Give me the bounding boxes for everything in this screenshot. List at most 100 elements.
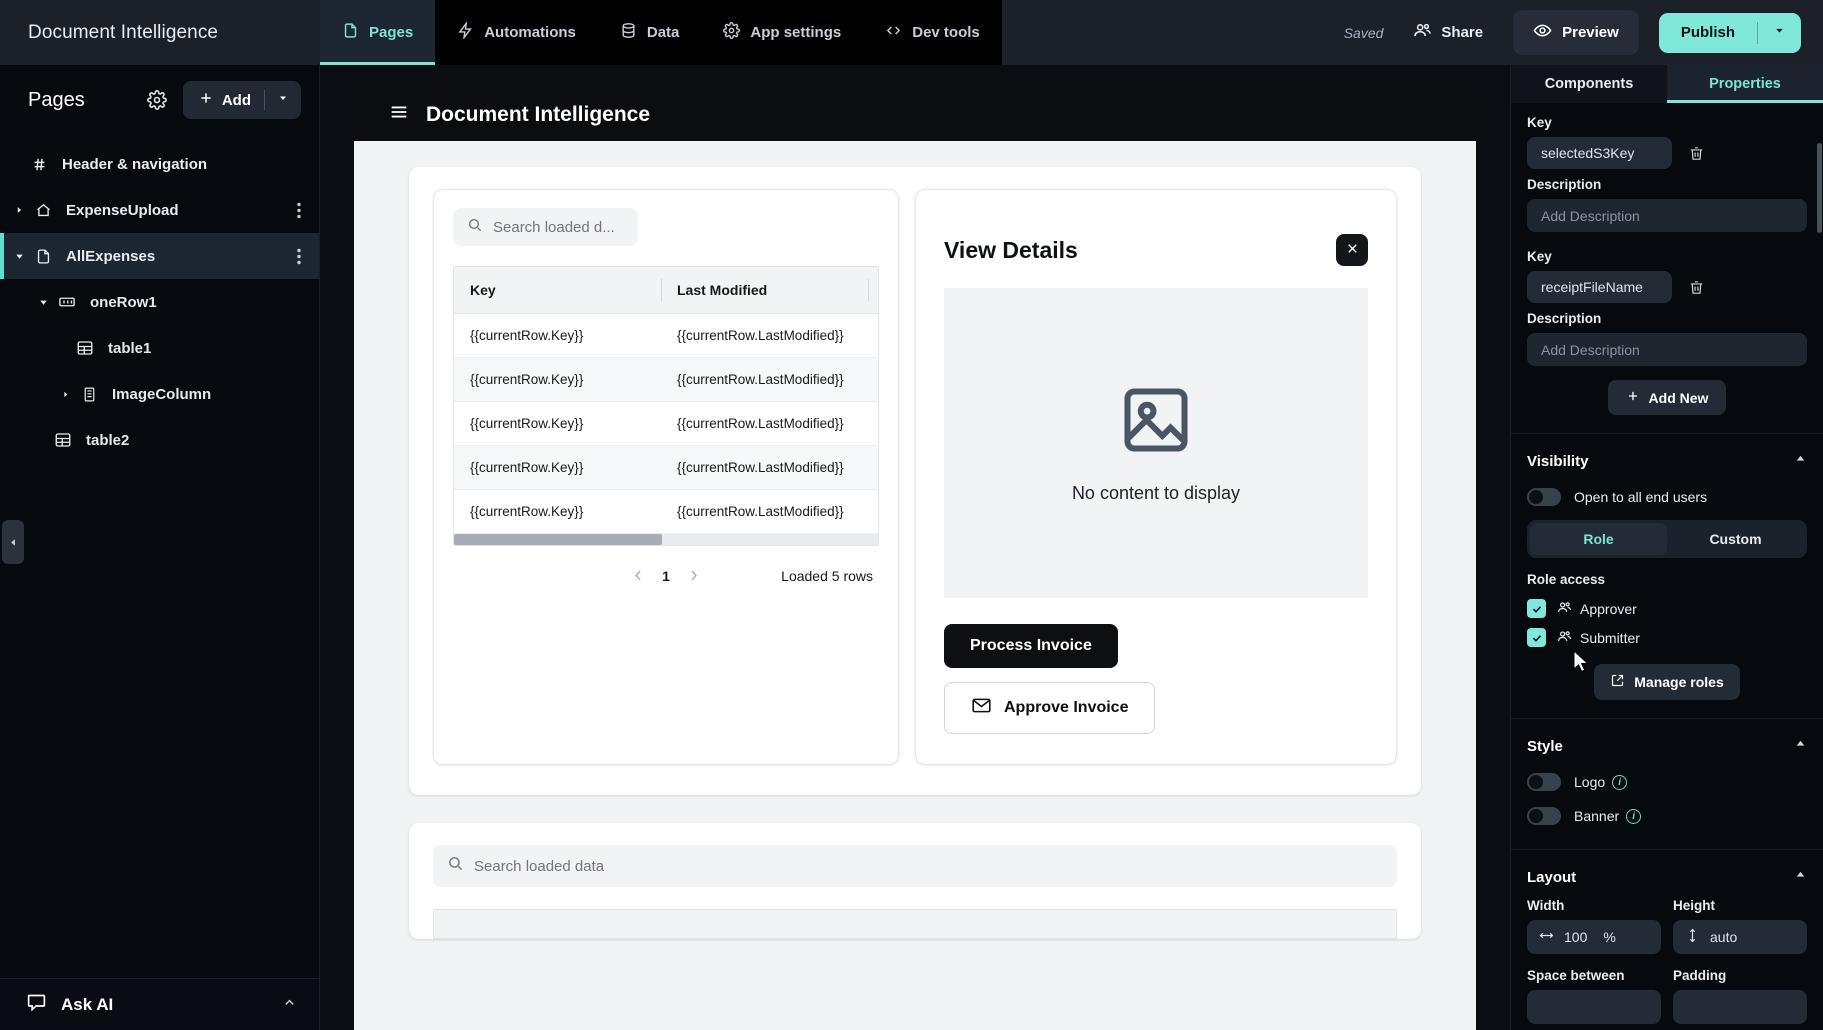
sidebar-settings-gear-icon[interactable]: [143, 86, 171, 114]
hash-icon: [28, 156, 50, 173]
sidebar-item-allexpenses[interactable]: AllExpenses: [0, 233, 319, 279]
page-number[interactable]: 1: [658, 568, 674, 584]
tab-automations[interactable]: Automations: [435, 0, 598, 65]
description-input-2[interactable]: Add Description: [1527, 333, 1807, 366]
role-checkbox-submitter[interactable]: [1527, 628, 1546, 647]
sidebar-item-menu-icon[interactable]: [293, 244, 305, 269]
chevron-up-icon[interactable]: [282, 995, 297, 1015]
open-to-all-toggle[interactable]: [1527, 488, 1561, 506]
sidebar-item-header-navigation[interactable]: Header & navigation: [0, 141, 319, 187]
column-header-key[interactable]: Key: [454, 267, 661, 314]
segment-role[interactable]: Role: [1530, 523, 1667, 555]
twisty-down-icon[interactable]: [30, 297, 56, 308]
padding-input[interactable]: [1673, 990, 1807, 1024]
info-icon[interactable]: i: [1612, 775, 1627, 790]
scrollbar-thumb[interactable]: [454, 534, 662, 545]
table-search-input[interactable]: Search loaded d...: [453, 208, 638, 246]
approve-invoice-button[interactable]: Approve Invoice: [944, 682, 1155, 734]
key-input-2[interactable]: receiptFileName: [1527, 271, 1672, 303]
sidebar-item-table1[interactable]: table1: [0, 325, 319, 371]
banner-toggle[interactable]: [1527, 807, 1561, 825]
sidebar-item-expenseupload[interactable]: ExpenseUpload: [0, 187, 319, 233]
info-icon[interactable]: i: [1626, 809, 1641, 824]
manage-roles-button[interactable]: Manage roles: [1594, 664, 1739, 700]
hamburger-menu-icon[interactable]: [388, 101, 410, 128]
style-section-header[interactable]: Style: [1527, 729, 1807, 767]
space-between-input[interactable]: [1527, 990, 1661, 1024]
ask-ai-button[interactable]: Ask AI: [0, 978, 319, 1030]
app-preview-frame: Document Intelligence Search loaded d...: [354, 88, 1476, 1030]
column-icon: [78, 386, 100, 403]
sidebar-item-table2[interactable]: table2: [0, 417, 319, 463]
delete-key-icon-1[interactable]: [1684, 141, 1709, 166]
tab-app-settings[interactable]: App settings: [701, 0, 863, 65]
publish-group[interactable]: Publish: [1659, 13, 1801, 53]
chevron-up-icon[interactable]: [1794, 452, 1807, 470]
twisty-down-icon[interactable]: [6, 251, 32, 262]
sidebar-item-label: Header & navigation: [62, 156, 305, 173]
sidebar-item-imagecolumn[interactable]: ImageColumn: [0, 371, 319, 417]
role-row-approver[interactable]: Approver: [1527, 594, 1807, 623]
table-row[interactable]: {{currentRow.Key}} {{currentRow.LastModi…: [454, 314, 878, 358]
publish-dropdown-button[interactable]: [1758, 13, 1801, 53]
close-button[interactable]: [1336, 234, 1368, 266]
column-header-last-modified[interactable]: Last Modified: [661, 267, 868, 314]
tab-dev-tools[interactable]: Dev tools: [863, 0, 1002, 65]
view-details-header: View Details: [944, 216, 1368, 288]
segment-custom[interactable]: Custom: [1667, 523, 1804, 555]
chevron-up-icon[interactable]: [1794, 737, 1807, 755]
previous-page-button[interactable]: [619, 564, 658, 587]
tab-components[interactable]: Components: [1511, 65, 1667, 103]
people-icon: [1557, 629, 1572, 647]
sidebar-collapse-handle[interactable]: [2, 520, 24, 564]
width-unit[interactable]: %: [1603, 929, 1615, 945]
lower-search-input[interactable]: Search loaded data: [433, 845, 1397, 887]
add-new-button[interactable]: Add New: [1608, 380, 1727, 415]
table-row[interactable]: {{currentRow.Key}} {{currentRow.LastModi…: [454, 446, 878, 490]
role-checkbox-approver[interactable]: [1527, 599, 1546, 618]
delete-key-icon-2[interactable]: [1684, 275, 1709, 300]
logo-toggle[interactable]: [1527, 773, 1561, 791]
data-grid: Key Last Modified {{currentRow.Key}} {{c…: [453, 266, 879, 546]
cell-key: {{currentRow.Key}}: [454, 446, 661, 490]
tab-properties[interactable]: Properties: [1667, 65, 1823, 103]
add-page-button[interactable]: Add: [183, 81, 264, 119]
height-input[interactable]: auto: [1673, 920, 1807, 954]
process-invoice-button[interactable]: Process Invoice: [944, 624, 1118, 668]
next-page-button[interactable]: [674, 564, 713, 587]
share-button[interactable]: Share: [1403, 13, 1493, 52]
publish-button[interactable]: Publish: [1659, 13, 1757, 52]
twisty-right-icon[interactable]: [6, 205, 32, 215]
visibility-section-header[interactable]: Visibility: [1527, 444, 1807, 482]
key-row-2: receiptFileName: [1527, 271, 1807, 303]
sidebar-item-onerow1[interactable]: oneRow1: [0, 279, 319, 325]
role-row-submitter[interactable]: Submitter: [1527, 623, 1807, 652]
description-input-1[interactable]: Add Description: [1527, 199, 1807, 232]
preview-button[interactable]: Preview: [1513, 10, 1639, 55]
width-input[interactable]: 100 %: [1527, 920, 1661, 954]
tab-pages[interactable]: Pages: [320, 0, 435, 65]
open-to-all-row: Open to all end users: [1527, 482, 1807, 516]
layout-section-header[interactable]: Layout: [1527, 860, 1807, 898]
properties-scrollbar[interactable]: [1817, 143, 1822, 233]
twisty-right-icon[interactable]: [52, 390, 78, 399]
sidebar-item-menu-icon[interactable]: [293, 198, 305, 223]
home-icon: [32, 202, 54, 219]
sidebar-item-label: oneRow1: [90, 294, 305, 311]
key-input-1[interactable]: selectedS3Key: [1527, 137, 1672, 169]
keys-section: Key selectedS3Key Description Add Descri…: [1511, 103, 1823, 433]
add-page-group[interactable]: Add: [183, 81, 301, 119]
table-horizontal-scrollbar[interactable]: [454, 534, 878, 545]
chevron-up-icon[interactable]: [1794, 868, 1807, 886]
pages-sidebar: Pages Add Header & navigation: [0, 65, 320, 1030]
no-content-text: No content to display: [1072, 483, 1240, 504]
table-row[interactable]: {{currentRow.Key}} {{currentRow.LastModi…: [454, 402, 878, 446]
topbar-spacer: [1002, 0, 1344, 65]
key-label-2: Key: [1527, 249, 1807, 264]
table-row[interactable]: {{currentRow.Key}} {{currentRow.LastModi…: [454, 358, 878, 402]
add-dropdown-button[interactable]: [265, 82, 301, 118]
space-padding-grid: Space between Padding: [1527, 968, 1807, 1024]
tab-data[interactable]: Data: [598, 0, 702, 65]
table-row[interactable]: {{currentRow.Key}} {{currentRow.LastModi…: [454, 490, 878, 534]
height-label: Height: [1673, 898, 1807, 913]
